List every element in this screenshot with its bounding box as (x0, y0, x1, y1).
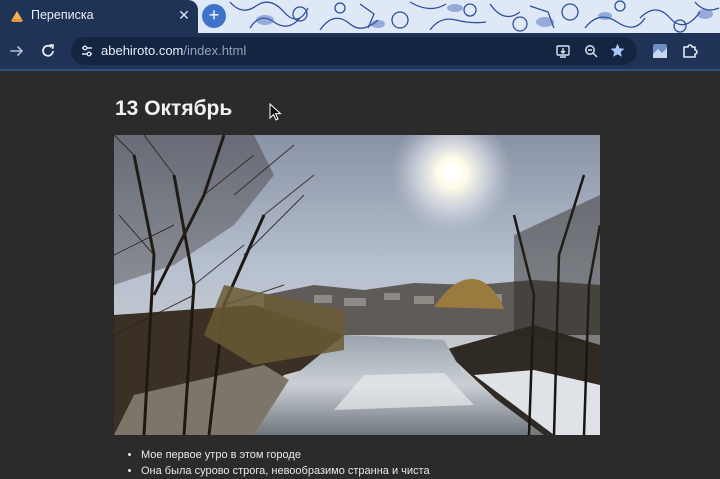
reload-icon[interactable] (39, 42, 57, 60)
list-item: Мое первое утро в этом городе (141, 447, 430, 463)
extension-icon[interactable] (651, 42, 669, 60)
mouse-pointer-icon (269, 103, 282, 121)
list-item: Она была сурово строга, невообразимо стр… (141, 463, 430, 479)
favicon-icon (11, 11, 23, 22)
tune-icon[interactable] (79, 43, 95, 59)
tab-close-icon[interactable]: ✕ (176, 7, 192, 23)
url-host: abehiroto.com (101, 43, 184, 58)
address-bar[interactable]: abehiroto.com/index.html (71, 37, 637, 65)
tab-strip: Переписка ✕ + (0, 0, 720, 33)
notes-list: Мое первое утро в этом городе Она была с… (114, 447, 430, 479)
new-tab-button[interactable]: + (202, 4, 226, 28)
page-content: 13 Октябрь • Мое первое утро в этом горо… (0, 71, 720, 479)
tab-active[interactable]: Переписка ✕ (0, 0, 198, 33)
arrow-right-icon[interactable] (8, 42, 26, 60)
install-app-icon[interactable] (555, 43, 571, 59)
url-path: /index.html (183, 43, 247, 58)
river-photo (114, 135, 600, 435)
page-title: 13 Октябрь (115, 97, 233, 120)
puzzle-icon[interactable] (681, 42, 699, 60)
url-text[interactable]: abehiroto.com/index.html (101, 43, 246, 58)
zoom-icon[interactable] (583, 43, 599, 59)
star-icon[interactable] (609, 42, 626, 59)
tab-title: Переписка (31, 8, 94, 22)
toolbar: abehiroto.com/index.html (0, 33, 720, 69)
